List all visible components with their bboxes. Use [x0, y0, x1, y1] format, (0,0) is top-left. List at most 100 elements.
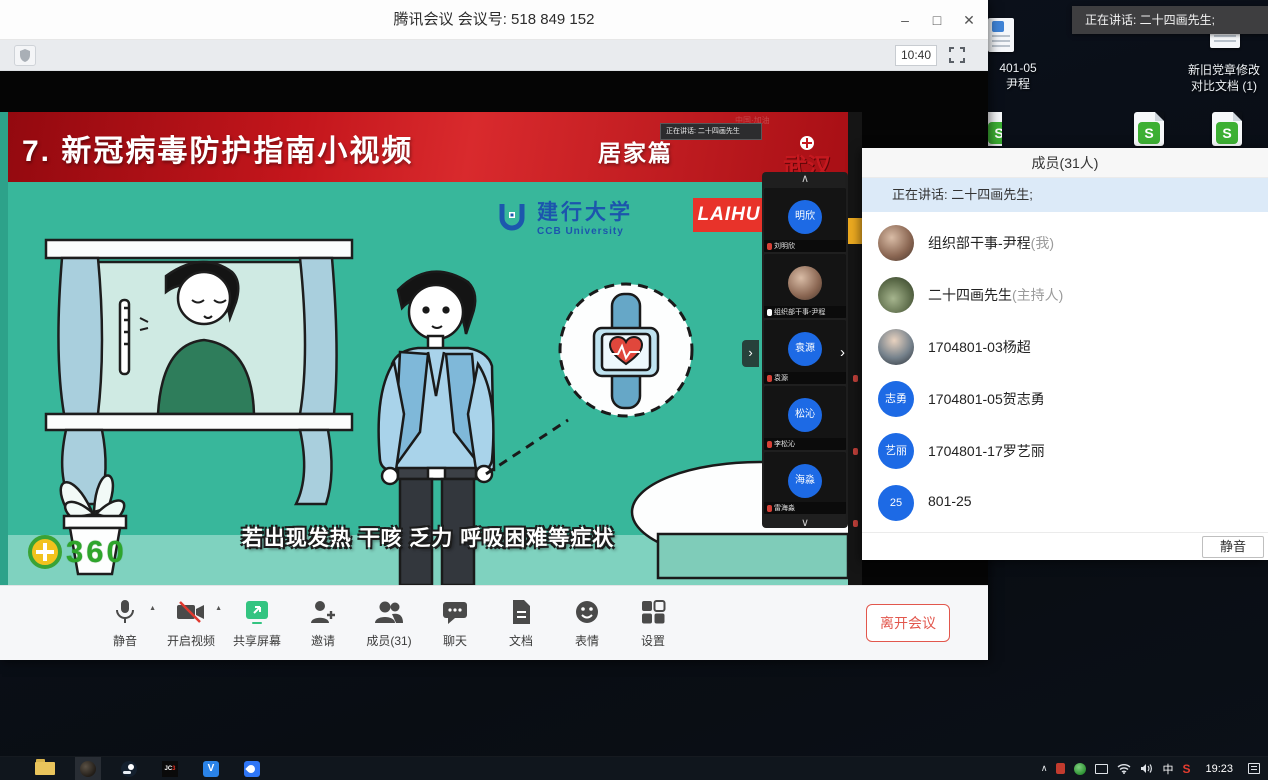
system-tray: ∧ 中 S 19:23: [1041, 757, 1268, 780]
taskbar-clock[interactable]: 19:23: [1205, 763, 1233, 775]
member-row[interactable]: 25 801-25: [862, 477, 1268, 529]
chevron-right-icon[interactable]: ›: [840, 344, 845, 361]
fullscreen-icon[interactable]: [948, 46, 966, 69]
members-speaking-bar: 正在讲话: 二十四画先生;: [862, 178, 1268, 212]
video-tile[interactable]: 松沁 李松沁: [764, 386, 846, 450]
video-thumbnail-strip: ∧ 明欣 刘明欣 组织部干事-尹程 袁源 › 袁源: [762, 172, 848, 528]
member-row[interactable]: 组织部干事-尹程(我): [862, 217, 1268, 269]
meeting-duration: 10:40: [895, 45, 937, 66]
avatar: [788, 266, 822, 300]
word-doc-icon: [988, 18, 1014, 52]
strip-collapse-handle[interactable]: ›: [742, 340, 759, 367]
speaking-overlay-small: 正在讲话: 二十四画先生: [660, 123, 762, 140]
leave-meeting-button[interactable]: 离开会议: [866, 604, 950, 642]
tray-app-icon[interactable]: [1056, 763, 1065, 774]
caret-up-icon[interactable]: ▲: [149, 605, 156, 612]
desktop-icon-wps-2[interactable]: S: [1134, 112, 1164, 146]
settings-button[interactable]: 设置: [620, 595, 686, 649]
taskbar-item-game[interactable]: [75, 757, 101, 780]
tile-name: 袁源: [774, 373, 788, 383]
emoji-button[interactable]: 表情: [554, 595, 620, 649]
video-left-edge: [0, 112, 8, 585]
mute-all-button[interactable]: 静音: [1202, 536, 1264, 558]
shield-icon[interactable]: [14, 45, 36, 66]
muted-mic-icon: [853, 520, 858, 527]
notification-center-icon[interactable]: [1248, 763, 1260, 774]
video-content: 建行大学 CCB University LAIHU 若出现发热 干咳 乏力 呼吸…: [8, 182, 848, 585]
chevron-down-icon[interactable]: ∨: [762, 516, 848, 532]
viewer-toolbar: 10:40: [0, 40, 988, 71]
taskbar-item-steam[interactable]: [116, 757, 142, 780]
members-panel-title: 成员(31人): [862, 148, 1268, 178]
chat-button[interactable]: 聊天: [422, 595, 488, 649]
wps-file-icon: S: [984, 112, 1014, 146]
maximize-button[interactable]: □: [922, 0, 952, 40]
hidden-tiles-edge: [848, 112, 862, 585]
docs-button[interactable]: 文档: [488, 595, 554, 649]
desktop-icon-doc-partial-label: 401-05尹程: [978, 60, 1058, 92]
tim-icon: V: [203, 761, 219, 777]
tile-name: 刘明欣: [774, 241, 795, 251]
video-tile[interactable]: 明欣 刘明欣: [764, 188, 846, 252]
ccb-logo-cn: 建行大学: [537, 196, 633, 226]
muted-mic-icon: [767, 243, 772, 250]
member-row[interactable]: 二十四画先生(主持人): [862, 269, 1268, 321]
close-button[interactable]: ✕: [954, 0, 984, 40]
taskbar-item-meeting[interactable]: [239, 757, 265, 780]
shared-screen-view: 7. 新冠病毒防护指南小视频 居家篇 中国·加油 正在讲话: 二十四画先生 武汉: [0, 71, 988, 585]
mute-button[interactable]: 静音 ▲: [92, 595, 158, 649]
avatar: [878, 225, 914, 261]
taskbar-item-jc3[interactable]: JC3: [157, 757, 183, 780]
wifi-icon[interactable]: [1117, 763, 1131, 774]
display-icon[interactable]: [1095, 764, 1108, 774]
document-icon: [488, 595, 554, 629]
tile-name: 雷海淼: [774, 503, 795, 513]
avatar: [878, 329, 914, 365]
video-tile[interactable]: 组织部干事-尹程: [764, 254, 846, 318]
members-icon: [356, 595, 422, 629]
taskbar: JC3 V ∧ 中 S 19:23: [0, 757, 1268, 780]
chevron-up-icon[interactable]: ∧: [762, 172, 848, 188]
members-button[interactable]: 成员(31): [356, 595, 422, 649]
video-tile[interactable]: 海淼 雷海淼: [764, 452, 846, 514]
start-video-button[interactable]: 开启视频 ▲: [158, 595, 224, 649]
member-row[interactable]: 1704801-03杨超: [862, 321, 1268, 373]
mic-icon: [767, 309, 772, 316]
meeting-toolbar: 静音 ▲ 开启视频 ▲: [0, 585, 988, 660]
share-screen-button[interactable]: 共享屏幕: [224, 595, 290, 649]
360-logo-icon: [28, 535, 62, 569]
ime-indicator[interactable]: 中: [1162, 761, 1173, 777]
tray-app-green-icon[interactable]: [1074, 763, 1086, 775]
tray-expand-icon[interactable]: ∧: [1041, 763, 1048, 774]
members-panel: 成员(31人) 正在讲话: 二十四画先生; 组织部干事-尹程(我) 二十四画先生…: [862, 148, 1268, 560]
folder-icon: [35, 762, 55, 775]
avatar: 25: [878, 485, 914, 521]
game-icon: [80, 761, 96, 777]
video-subtitle: 若出现发热 干咳 乏力 呼吸困难等症状: [8, 522, 848, 552]
ccb-logo-mark: [495, 200, 529, 234]
tencent-meeting-icon: [244, 761, 260, 777]
invite-person-icon: [290, 595, 356, 629]
avatar: 艺丽: [878, 433, 914, 469]
wps-file-icon: S: [1212, 112, 1242, 146]
steam-icon: [121, 761, 137, 777]
video-tile[interactable]: 袁源 › 袁源: [764, 320, 846, 384]
speaking-highlight-edge: [848, 218, 862, 244]
taskbar-item-folder[interactable]: [30, 757, 60, 780]
caret-up-icon[interactable]: ▲: [215, 605, 222, 612]
avatar: 松沁: [788, 398, 822, 432]
desktop-icon-wps-1[interactable]: S: [984, 112, 1014, 146]
member-row[interactable]: 艺丽 1704801-17罗艺丽: [862, 425, 1268, 477]
title-bar[interactable]: 腾讯会议 会议号: 518 849 152 – □ ✕: [0, 0, 988, 40]
speaker-icon[interactable]: [1140, 763, 1153, 774]
desktop-icon-wps-3[interactable]: S: [1212, 112, 1242, 146]
avatar: 袁源: [788, 332, 822, 366]
minimize-button[interactable]: –: [890, 0, 920, 40]
avatar: 明欣: [788, 200, 822, 234]
sogou-icon[interactable]: S: [1182, 762, 1190, 776]
taskbar-item-tim[interactable]: V: [198, 757, 224, 780]
invite-button[interactable]: 邀请: [290, 595, 356, 649]
laihua-logo: LAIHU: [693, 198, 765, 232]
desktop-icon-doc-partial[interactable]: [988, 18, 1014, 52]
member-row[interactable]: 志勇 1704801-05贺志勇: [862, 373, 1268, 425]
